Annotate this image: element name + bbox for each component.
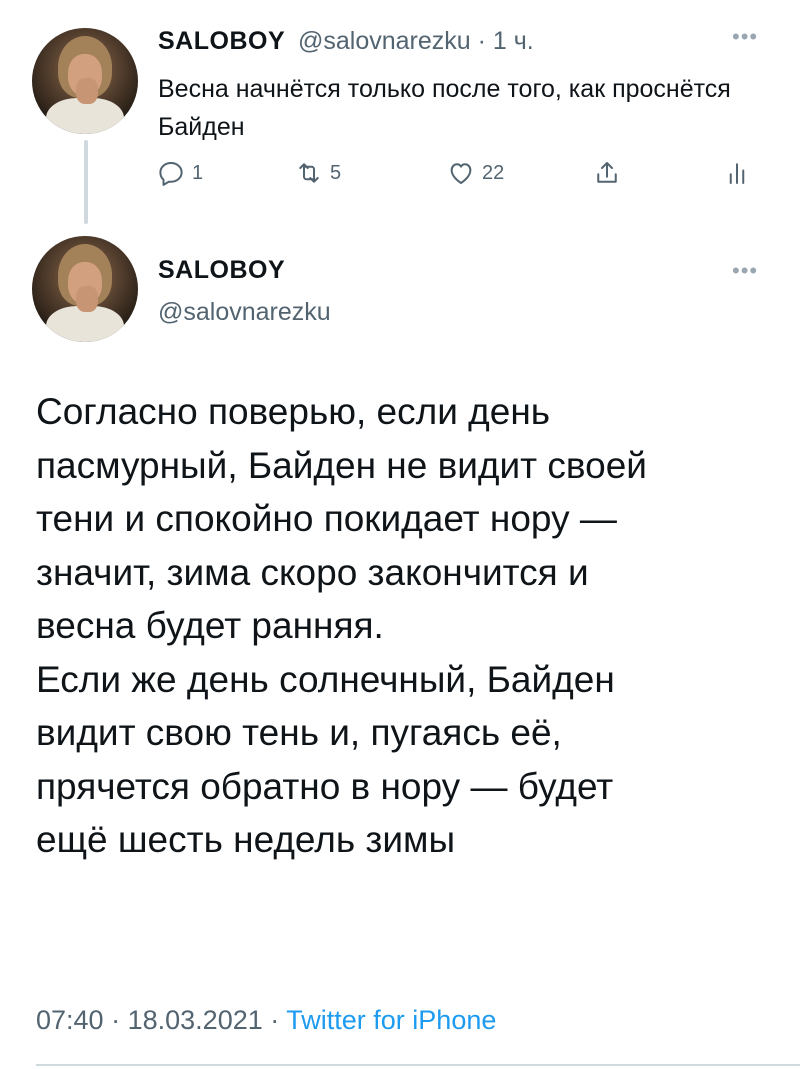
analytics-button[interactable] bbox=[722, 158, 752, 188]
heart-icon bbox=[450, 163, 472, 184]
like-button[interactable]: 22 bbox=[446, 158, 504, 188]
tweet-source-link[interactable]: Twitter for iPhone bbox=[286, 1005, 496, 1035]
avatar[interactable] bbox=[32, 28, 138, 134]
reply-count: 1 bbox=[192, 161, 204, 184]
reply-separator: · bbox=[477, 27, 486, 55]
divider bbox=[36, 1064, 800, 1066]
main-author-handle[interactable]: @salovnarezku bbox=[158, 298, 331, 327]
more-horizontal-icon[interactable]: ••• bbox=[732, 24, 758, 50]
reply-meta: @salovnarezku · 1 ч. bbox=[298, 27, 534, 56]
reply-button[interactable]: 1 bbox=[156, 158, 203, 188]
meta-separator: · bbox=[270, 1005, 280, 1035]
reply-action-bar: 1 5 22 bbox=[150, 155, 770, 195]
reply-timestamp[interactable]: 1 ч. bbox=[493, 27, 534, 55]
main-tweet-text: Согласно поверью, если день пасмурный, Б… bbox=[36, 391, 647, 860]
reply-author-handle[interactable]: @salovnarezku bbox=[298, 27, 471, 55]
main-author-name[interactable]: SALOBOY bbox=[158, 256, 285, 285]
reply-tweet-text: Весна начнётся только после того, как пр… bbox=[158, 75, 731, 141]
retweet-button[interactable]: 5 bbox=[294, 158, 341, 188]
avatar[interactable] bbox=[32, 236, 138, 342]
tweet-meta: 07:40 · 18.03.2021 · Twitter for iPhone bbox=[36, 1005, 496, 1036]
share-button[interactable] bbox=[592, 158, 622, 188]
tweet-date[interactable]: 18.03.2021 bbox=[128, 1005, 263, 1035]
reply-author-name[interactable]: SALOBOY bbox=[158, 27, 285, 56]
retweet-count: 5 bbox=[330, 161, 342, 184]
like-count: 22 bbox=[482, 161, 505, 184]
share-icon bbox=[597, 162, 617, 183]
retweet-icon bbox=[299, 163, 319, 183]
thread-connector-line bbox=[84, 140, 88, 224]
analytics-icon bbox=[729, 163, 745, 184]
tweet-time[interactable]: 07:40 bbox=[36, 1005, 104, 1035]
meta-separator: · bbox=[111, 1005, 121, 1035]
reply-icon bbox=[159, 162, 183, 186]
more-horizontal-icon[interactable]: ••• bbox=[732, 258, 758, 284]
